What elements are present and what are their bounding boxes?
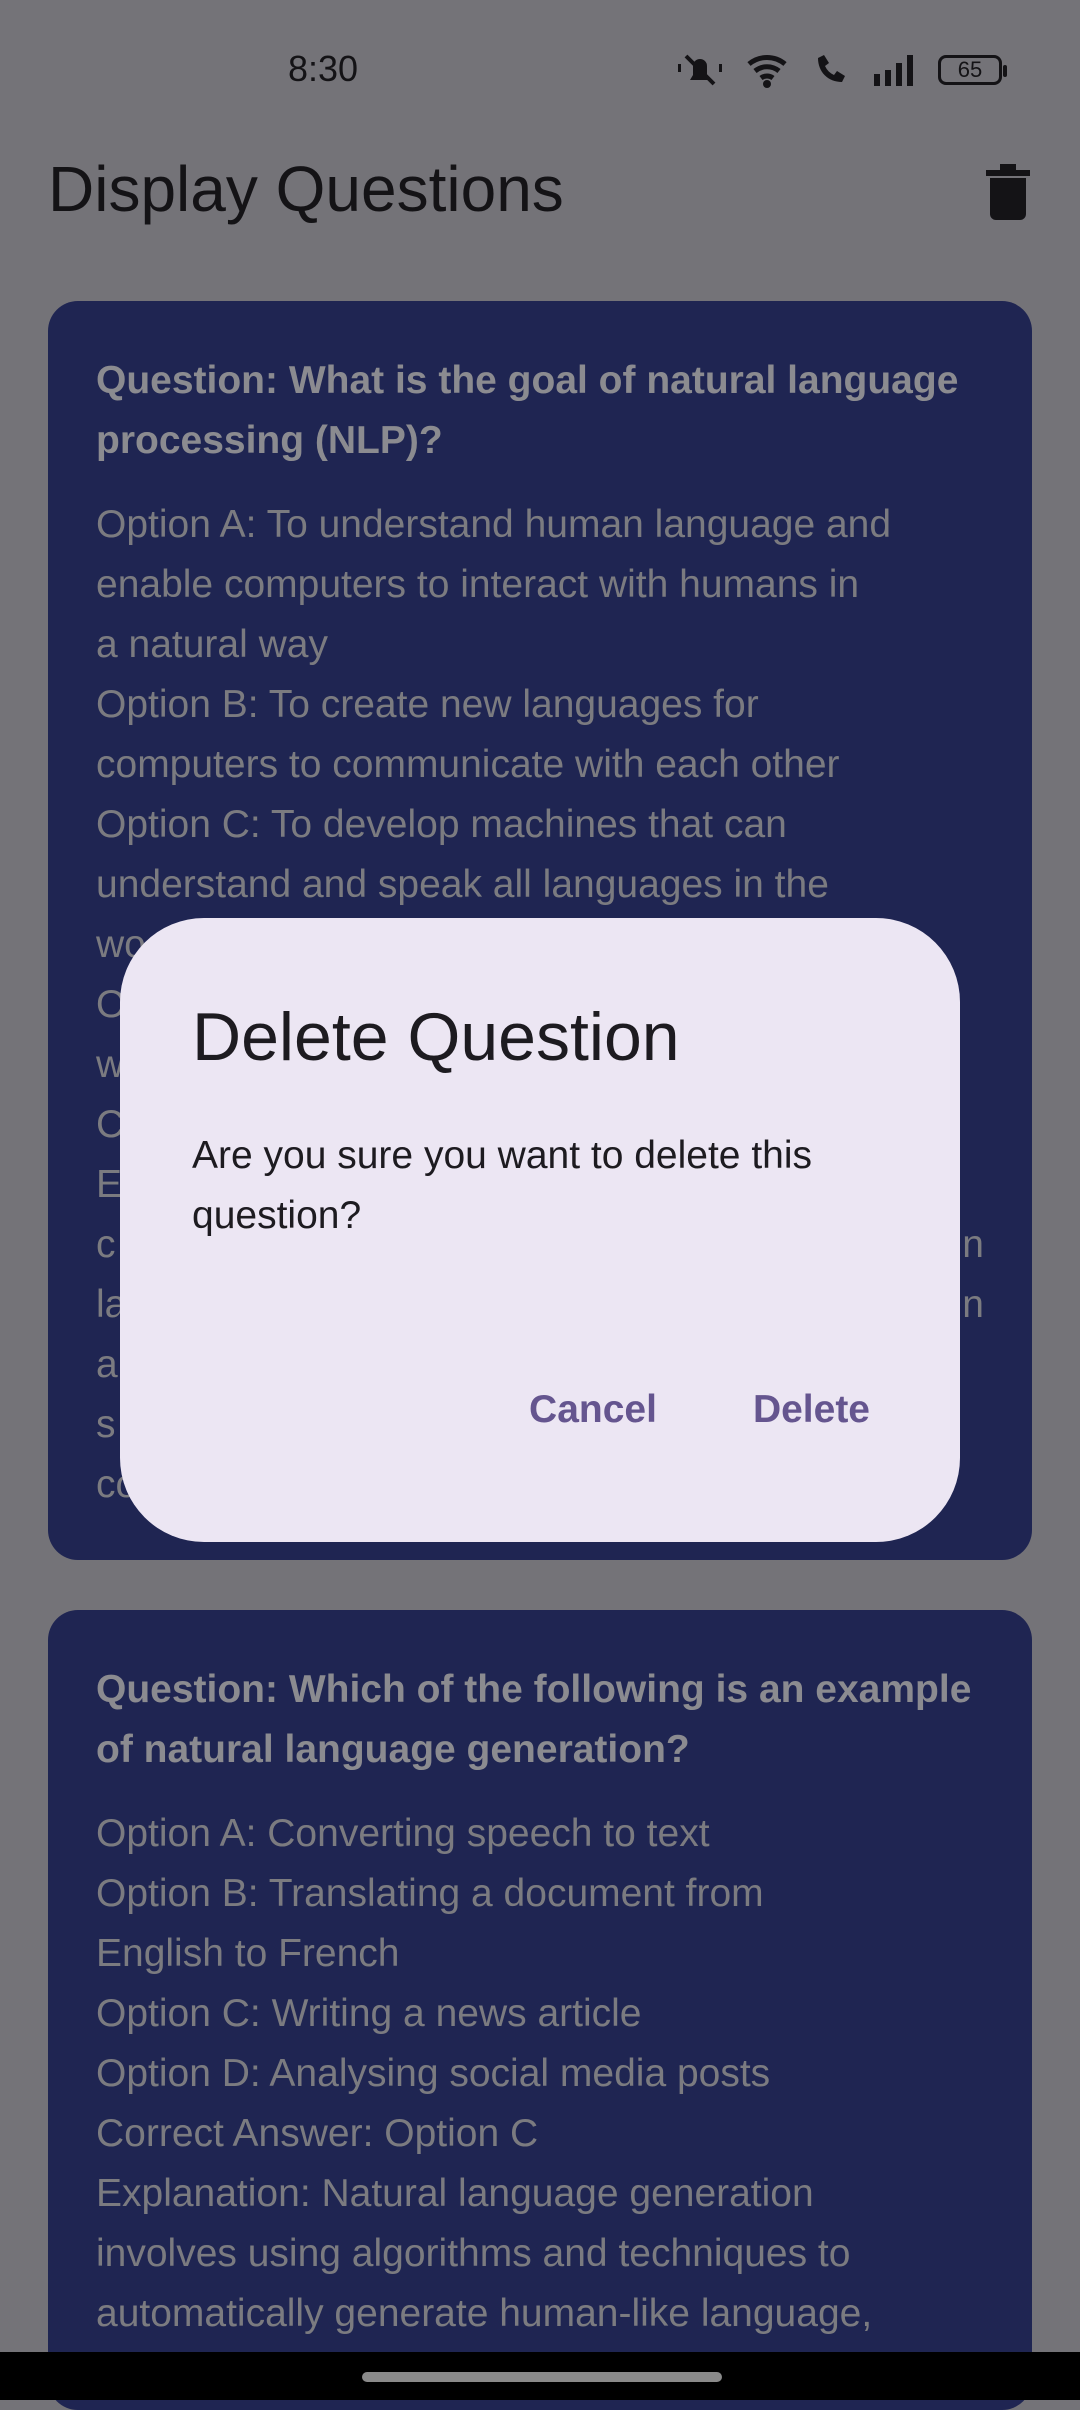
question-text: Question: What is the goal of natural la…: [96, 359, 959, 462]
card-line: understand and speak all languages in th…: [96, 855, 984, 915]
delete-all-button[interactable]: [986, 164, 1030, 225]
status-bar: 8:30 65: [0, 0, 1080, 140]
card-line: a natural way: [96, 615, 984, 675]
line-text: a natural way: [96, 623, 328, 666]
card-line: Option A: Converting speech to text: [96, 1812, 710, 1855]
home-handle[interactable]: [362, 2372, 722, 2382]
card-line: enable computers to interact with humans…: [96, 555, 984, 615]
clock: 8:30: [288, 48, 359, 89]
card-line: Correct Answer: Option C: [96, 2112, 539, 2155]
signal-icon: [874, 55, 913, 86]
card-line: Option B: To create new languages for: [96, 675, 984, 735]
wifi-icon: [747, 55, 787, 88]
battery-icon: 65: [938, 55, 1007, 85]
line-text-end: n: [962, 1223, 984, 1266]
line-text: enable computers to interact with humans…: [96, 563, 860, 606]
navigation-bar: [0, 2352, 1080, 2400]
wifi-calling-icon: [818, 55, 845, 82]
question-text: Question: Which of the following is an e…: [96, 1668, 972, 1771]
card-line: English to French: [96, 1932, 400, 1975]
card-line: Option A: To understand human language a…: [96, 495, 984, 555]
mute-vibrate-icon: [678, 54, 722, 86]
card-line: Option C: Writing a news article: [96, 1992, 642, 2035]
line-text: s: [96, 1403, 116, 1446]
line-text-end: n: [962, 1283, 984, 1326]
card-line: Explanation: Natural language generation: [96, 2172, 814, 2215]
dialog-message: Are you sure you want to delete this que…: [192, 1134, 813, 1237]
card-line: Option D: Analysing social media posts: [96, 2052, 771, 2095]
line-text: Option A: To understand human language a…: [96, 503, 892, 546]
card-line: computers to communicate with each other: [96, 735, 984, 795]
line-text: c: [96, 1223, 116, 1266]
line-text: E: [96, 1163, 123, 1206]
dialog-title: Delete Question: [192, 999, 680, 1075]
line-text: understand and speak all languages in th…: [96, 863, 829, 906]
question-card[interactable]: Question: Which of the following is an e…: [48, 1610, 1032, 2410]
delete-dialog: Delete Question Are you sure you want to…: [120, 918, 960, 1542]
line-text: Option C: To develop machines that can: [96, 803, 787, 846]
card-line: involves using algorithms and techniques…: [96, 2232, 851, 2275]
line-text: a: [96, 1343, 118, 1386]
card-line: Option C: To develop machines that can: [96, 795, 984, 855]
line-text: computers to communicate with each other: [96, 743, 840, 786]
page-title: Display Questions: [48, 153, 564, 225]
delete-button[interactable]: Delete: [753, 1388, 870, 1432]
card-line: Option B: Translating a document from: [96, 1872, 764, 1915]
cancel-button[interactable]: Cancel: [529, 1388, 657, 1432]
card-line: automatically generate human-like langua…: [96, 2292, 873, 2335]
line-text: Option B: To create new languages for: [96, 683, 759, 726]
trash-icon: [986, 164, 1030, 220]
